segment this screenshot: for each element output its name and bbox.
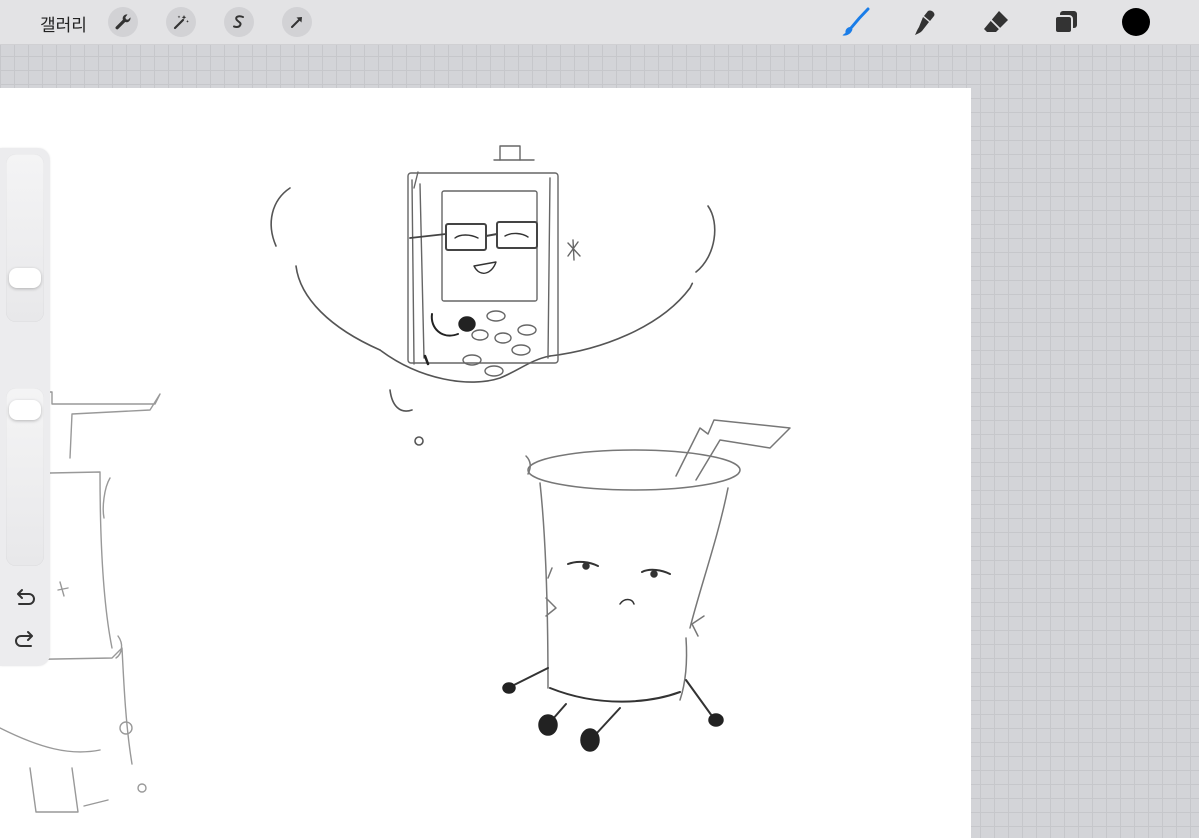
eraser-icon [984,11,1008,32]
wrench-icon [115,14,131,30]
adjustments-button[interactable] [166,7,196,37]
layers-button[interactable] [1050,6,1082,38]
actions-button[interactable] [108,7,138,37]
selection-button[interactable] [224,7,254,37]
transform-button[interactable] [282,7,312,37]
brush-icon [842,7,870,36]
opacity-slider[interactable] [6,388,44,566]
top-toolbar: 갤러리 [0,0,1199,45]
brush-size-handle[interactable] [9,268,41,288]
smudge-icon [915,10,935,35]
selection-s-icon [233,15,244,28]
color-picker-button[interactable] [1122,8,1150,36]
arrow-cursor-icon [291,17,302,28]
drawing-canvas[interactable] [0,88,971,838]
undo-icon[interactable] [13,588,37,608]
eraser-tool[interactable] [980,6,1012,38]
left-sidebar [0,148,50,666]
brush-size-slider[interactable] [6,154,44,322]
layers-icon [1054,11,1077,34]
brush-tool[interactable] [840,6,872,38]
gallery-button[interactable]: 갤러리 [40,11,87,36]
opacity-handle[interactable] [9,400,41,420]
redo-icon[interactable] [13,630,37,650]
sketch-artwork [0,145,791,813]
smudge-tool[interactable] [910,6,942,38]
magic-wand-icon [173,15,189,30]
